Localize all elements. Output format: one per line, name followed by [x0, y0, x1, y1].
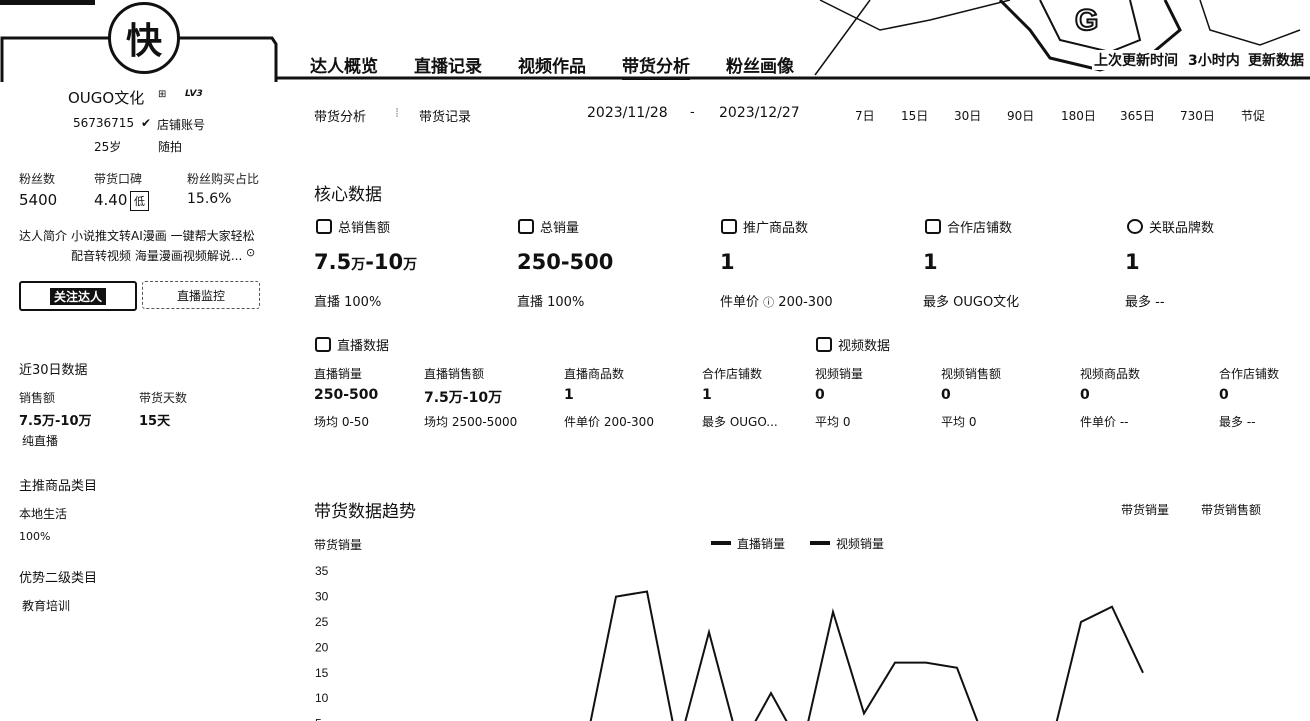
- y-tick-label: 30: [315, 590, 329, 604]
- y-tick-label: 10: [315, 691, 329, 705]
- y-tick-label: 5: [315, 717, 322, 721]
- trend-chart: 5 10 15 20 25 30 35: [315, 564, 1144, 721]
- series-line-live: [589, 590, 1144, 721]
- y-tick-label: 35: [315, 564, 329, 578]
- y-tick-label: 25: [315, 615, 329, 629]
- y-tick-label: 15: [315, 666, 329, 680]
- y-tick-label: 20: [315, 640, 329, 654]
